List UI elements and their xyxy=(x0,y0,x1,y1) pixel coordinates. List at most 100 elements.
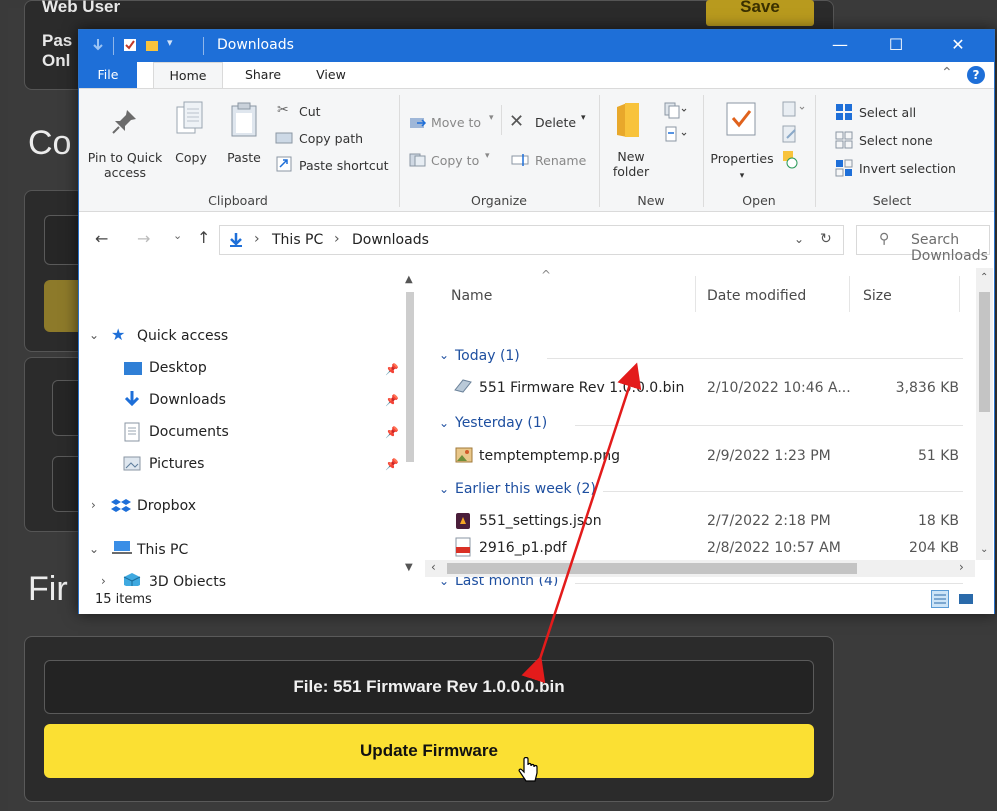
nav-this-pc[interactable]: This PC xyxy=(137,542,188,558)
horizontal-scroll-thumb[interactable] xyxy=(447,563,857,574)
move-to-button[interactable]: Move to xyxy=(431,115,481,130)
file-list-scrollbar[interactable]: ⌃ ⌄ xyxy=(976,268,993,560)
quick-access-arrow-icon[interactable] xyxy=(91,38,105,52)
address-dropdown-icon[interactable]: ⌄ xyxy=(794,232,804,246)
address-bar[interactable]: › This PC › Downloads ⌄ ↻ xyxy=(219,225,844,255)
title-bar[interactable]: ▾ Downloads — ☐ ✕ xyxy=(79,30,994,62)
invert-selection-button[interactable]: Invert selection xyxy=(859,161,956,176)
nav-documents[interactable]: Documents xyxy=(149,424,229,440)
large-icons-view-icon[interactable] xyxy=(957,590,975,608)
expand-dropbox-icon[interactable]: › xyxy=(91,498,96,512)
nav-pictures[interactable]: Pictures xyxy=(149,456,204,472)
bin-file-icon xyxy=(454,379,472,393)
file-list-scroll-thumb[interactable] xyxy=(979,292,990,412)
properties-dropdown-icon[interactable]: ▾ xyxy=(735,169,749,184)
select-all-icon xyxy=(836,104,852,120)
forward-icon[interactable]: → xyxy=(137,229,150,248)
paste-shortcut-button[interactable]: Paste shortcut xyxy=(299,158,389,173)
tab-share[interactable]: Share xyxy=(233,62,293,88)
group-collapse-icon[interactable]: ⌄ xyxy=(439,416,449,430)
tab-file[interactable]: File xyxy=(79,62,137,88)
maximize-button[interactable]: ☐ xyxy=(873,30,919,62)
recent-locations-icon[interactable]: ⌄ xyxy=(173,229,182,242)
pdf-file-icon xyxy=(455,537,471,557)
file-name-firmware[interactable]: 551 Firmware Rev 1.0.0.0.bin xyxy=(479,380,684,396)
this-pc-icon xyxy=(112,541,132,554)
select-all-button[interactable]: Select all xyxy=(859,105,916,120)
column-size[interactable]: Size xyxy=(863,288,892,304)
file-name-temptemptemp[interactable]: temptemptemp.png xyxy=(479,448,620,464)
nav-quick-access[interactable]: Quick access xyxy=(137,328,228,344)
history-icon xyxy=(783,151,798,169)
scroll-left-icon[interactable]: ‹ xyxy=(431,560,436,574)
copy-to-button[interactable]: Copy to xyxy=(431,153,479,168)
column-separator xyxy=(695,276,696,312)
copy-path-button[interactable]: Copy path xyxy=(299,131,363,146)
scroll-up-icon[interactable]: ▲ xyxy=(405,274,413,285)
delete-button[interactable]: Delete xyxy=(535,115,576,130)
config-heading: Co xyxy=(28,124,72,162)
minimize-button[interactable]: — xyxy=(817,30,863,62)
expand-quick-access-icon[interactable]: ⌄ xyxy=(89,328,99,342)
file-list-horizontal-scrollbar[interactable]: ‹ › xyxy=(425,560,975,577)
group-header-yesterday[interactable]: Yesterday (1) xyxy=(455,415,547,431)
nav-downloads[interactable]: Downloads xyxy=(149,392,226,408)
cut-button[interactable]: Cut xyxy=(299,104,321,119)
hand-cursor-icon xyxy=(518,757,538,782)
file-date-settings-json: 2/7/2022 2:18 PM xyxy=(707,513,831,529)
easy-access-icon[interactable] xyxy=(663,125,687,143)
nav-scroll-thumb[interactable] xyxy=(406,292,414,462)
up-icon[interactable]: ↑ xyxy=(197,228,210,247)
select-none-button[interactable]: Select none xyxy=(859,133,933,148)
new-folder-icon[interactable] xyxy=(145,38,159,52)
file-name-pdf[interactable]: 2916_p1.pdf xyxy=(479,540,567,556)
new-folder-button[interactable]: New folder xyxy=(603,149,659,179)
group-header-today[interactable]: Today (1) xyxy=(455,348,520,364)
select-group-label: Select xyxy=(872,193,912,208)
breadcrumb-downloads[interactable]: Downloads xyxy=(352,232,429,248)
scroll-down-icon[interactable]: ⌄ xyxy=(980,544,988,555)
ribbon: Pin to Quick access Copy Paste ✂ Cut Cop… xyxy=(79,88,994,212)
close-button[interactable]: ✕ xyxy=(935,30,981,62)
properties-check-icon[interactable] xyxy=(123,38,137,52)
refresh-icon[interactable]: ↻ xyxy=(820,231,832,247)
search-box[interactable]: ⚲ Search Downloads xyxy=(856,225,990,264)
file-list: ^ Name Date modified Size ⌄ Today (1) 55… xyxy=(425,268,994,589)
breadcrumb-this-pc[interactable]: This PC xyxy=(272,232,323,248)
file-size-pdf: 204 KB xyxy=(909,540,959,556)
move-to-dropdown-icon[interactable]: ▾ xyxy=(489,113,494,123)
column-name[interactable]: Name xyxy=(451,288,492,304)
group-collapse-icon[interactable]: ⌄ xyxy=(439,482,449,496)
paste-button[interactable]: Paste xyxy=(223,150,265,165)
back-icon[interactable]: ← xyxy=(95,229,108,248)
tab-home[interactable]: Home xyxy=(153,62,223,88)
pin-to-quick-access-button[interactable]: Pin to Quick access xyxy=(83,150,167,180)
nav-dropbox[interactable]: Dropbox xyxy=(137,498,196,514)
customize-toolbar-icon[interactable]: ▾ xyxy=(167,36,173,49)
save-button[interactable]: Save xyxy=(706,0,814,26)
file-name-settings-json[interactable]: 551_settings.json xyxy=(479,513,602,529)
tab-view[interactable]: View xyxy=(301,62,361,88)
copy-to-dropdown-icon[interactable]: ▾ xyxy=(485,151,490,161)
update-firmware-button[interactable]: Update Firmware xyxy=(44,724,814,778)
column-date-modified[interactable]: Date modified xyxy=(707,288,806,304)
column-separator xyxy=(959,276,960,312)
delete-dropdown-icon[interactable]: ▾ xyxy=(581,113,586,123)
nav-scrollbar[interactable]: ▲ ▼ xyxy=(401,268,419,576)
group-collapse-icon[interactable]: ⌄ xyxy=(439,348,449,362)
scroll-up-icon[interactable]: ⌃ xyxy=(980,272,988,283)
paste-icon xyxy=(231,102,257,137)
properties-button[interactable]: Properties xyxy=(707,151,777,166)
details-view-icon[interactable] xyxy=(931,590,949,608)
rename-button[interactable]: Rename xyxy=(535,153,586,168)
expand-this-pc-icon[interactable]: ⌄ xyxy=(89,542,99,556)
copy-button[interactable]: Copy xyxy=(171,150,211,165)
scroll-down-icon[interactable]: ▼ xyxy=(405,562,413,573)
firmware-file-field[interactable]: File: 551 Firmware Rev 1.0.0.0.bin xyxy=(44,660,814,714)
collapse-ribbon-icon[interactable]: ⌃ xyxy=(941,65,953,81)
nav-desktop[interactable]: Desktop xyxy=(149,360,207,376)
scroll-right-icon[interactable]: › xyxy=(959,560,964,574)
new-item-icon[interactable] xyxy=(663,101,687,119)
help-icon[interactable]: ? xyxy=(967,66,985,84)
group-header-earlier-this-week[interactable]: Earlier this week (2) xyxy=(455,481,596,497)
